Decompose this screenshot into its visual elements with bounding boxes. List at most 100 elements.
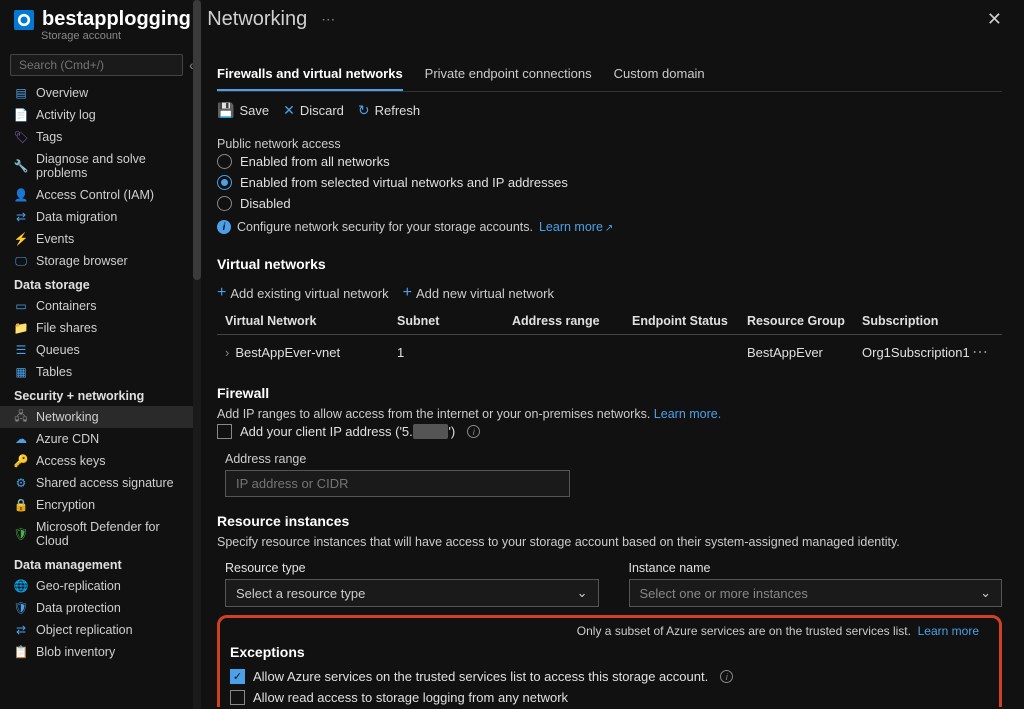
tab-firewalls[interactable]: Firewalls and virtual networks [217, 58, 403, 91]
chevron-down-icon: ⌄ [980, 585, 991, 601]
more-actions-icon[interactable]: ⋯ [321, 11, 335, 28]
external-icon: ↗ [605, 223, 613, 234]
discard-icon: ✕ [283, 102, 295, 119]
sidebar-item-label: Access keys [36, 454, 105, 468]
masked-ip [413, 424, 449, 439]
sidebar-item-fileshares[interactable]: 📁File shares [0, 317, 194, 339]
radio-label: Disabled [240, 196, 291, 211]
discard-button[interactable]: ✕Discard [283, 102, 344, 119]
sidebar-item-georepl[interactable]: 🌐Geo-replication [0, 575, 194, 597]
sidebar-item-dataprot[interactable]: 🛡 Data protection [0, 597, 194, 619]
sidebar-item-events[interactable]: ⚡Events [0, 228, 194, 250]
radio-icon[interactable] [217, 196, 232, 211]
search-input[interactable] [10, 54, 183, 76]
checkbox-icon[interactable] [217, 424, 232, 439]
fw-heading: Firewall [217, 385, 1024, 401]
col-addr: Address range [512, 314, 632, 328]
sidebar-item-browser[interactable]: 🖵Storage browser [0, 250, 194, 272]
sidebar-item-label: Data migration [36, 210, 117, 224]
sidebar-item-blobinv[interactable]: 📋Blob inventory [0, 641, 194, 663]
exceptions-highlight: Only a subset of Azure services are on t… [217, 615, 1002, 707]
fw-addr-label: Address range [217, 452, 1024, 466]
learn-more-link[interactable]: Learn more [918, 624, 979, 638]
checkbox-icon[interactable] [230, 690, 245, 705]
sidebar-item-keys[interactable]: 🔑Access keys [0, 450, 194, 472]
sidebar-item-label: Data protection [36, 601, 121, 615]
sidebar-item-label: Overview [36, 86, 88, 100]
ri-type-select[interactable]: Select a resource type⌄ [225, 579, 599, 607]
sidebar-item-label: Access Control (IAM) [36, 188, 154, 202]
sidebar-item-iam[interactable]: 👤 Access Control (IAM) [0, 184, 194, 206]
learn-more-link[interactable]: Learn more↗ [539, 220, 613, 234]
exc-opt-trusted[interactable]: ✓Allow Azure services on the trusted ser… [230, 666, 989, 687]
tab-private[interactable]: Private endpoint connections [425, 58, 592, 91]
close-icon[interactable]: ✕ [979, 9, 1010, 30]
sidebar-item-diagnose[interactable]: 🔧Diagnose and solve problems [0, 148, 194, 184]
sidebar-item-queues[interactable]: ☰Queues [0, 339, 194, 361]
cell-subs: Org1Subscription1 [862, 345, 972, 360]
save-button[interactable]: 💾Save [217, 102, 269, 119]
refresh-icon: ↻ [358, 102, 370, 119]
exceptions-tooltip: Only a subset of Azure services are on t… [230, 624, 989, 644]
replicate-icon: ⇄ [14, 623, 28, 637]
link-label: Add existing virtual network [230, 286, 388, 301]
resource-type-label: Storage account [0, 30, 1024, 42]
sidebar-item-objrepl[interactable]: ⇄Object replication [0, 619, 194, 641]
table-row[interactable]: ›BestAppEver-vnet 1 BestAppEver Org1Subs… [217, 335, 1002, 369]
row-more-icon[interactable]: ⋯ [972, 342, 1002, 362]
pna-option-disabled[interactable]: Disabled [217, 193, 1024, 214]
add-existing-vnet[interactable]: + Add existing virtual network [217, 284, 389, 302]
sidebar-item-label: Events [36, 232, 74, 246]
toolbar: 💾Save ✕Discard ↻ Refresh [217, 92, 1024, 129]
sidebar-item-activity[interactable]: 📄Activity log [0, 104, 194, 126]
plus-icon: + [217, 284, 226, 302]
col-vnet: Virtual Network [217, 314, 397, 328]
sidebar: « ▤Overview 📄Activity log 🏷Tags 🔧Diagnos… [0, 48, 195, 707]
learn-more-link[interactable]: Learn more. [654, 407, 721, 421]
sidebar-item-encryption[interactable]: 🔒Encryption [0, 494, 194, 516]
sidebar-item-networking[interactable]: 🖧Networking [0, 406, 194, 428]
fw-address-input[interactable] [225, 470, 570, 497]
pna-info: iConfigure network security for your sto… [217, 214, 1024, 240]
info-text: Configure network security for your stor… [237, 220, 533, 234]
files-icon: 📁 [14, 321, 28, 335]
tab-custom[interactable]: Custom domain [614, 58, 705, 91]
inventory-icon: 📋 [14, 645, 28, 659]
exc-opt-logging[interactable]: Allow read access to storage logging fro… [230, 687, 989, 707]
help-icon[interactable]: i [467, 425, 480, 438]
sidebar-group-datastorage: Data storage [0, 272, 194, 295]
radio-icon[interactable] [217, 154, 232, 169]
sidebar-item-overview[interactable]: ▤Overview [0, 82, 194, 104]
refresh-button[interactable]: ↻ Refresh [358, 102, 420, 119]
add-new-vnet[interactable]: +Add new virtual network [403, 284, 554, 302]
sidebar-item-sas[interactable]: ⚙Shared access signature [0, 472, 194, 494]
sidebar-item-migration[interactable]: ⇄Data migration [0, 206, 194, 228]
page-section: Networking [207, 8, 307, 30]
button-label: Refresh [375, 103, 421, 118]
sidebar-item-label: Microsoft Defender for Cloud [36, 520, 180, 548]
sidebar-item-containers[interactable]: ▭Containers [0, 295, 194, 317]
network-icon: 🖧 [14, 410, 28, 424]
sidebar-item-tags[interactable]: 🏷Tags [0, 126, 194, 148]
save-icon: 💾 [217, 102, 234, 119]
pna-option-all[interactable]: Enabled from all networks [217, 151, 1024, 172]
sidebar-item-cdn[interactable]: ☁Azure CDN [0, 428, 194, 450]
col-rg: Resource Group [747, 314, 862, 328]
help-icon[interactable]: i [720, 670, 733, 683]
ri-name-select[interactable]: Select one or more instances⌄ [629, 579, 1003, 607]
pna-option-selected[interactable]: Enabled from selected virtual networks a… [217, 172, 1024, 193]
person-icon: 👤 [14, 188, 28, 202]
sidebar-item-tables[interactable]: ▦Tables [0, 361, 194, 383]
select-value: Select a resource type [236, 586, 365, 601]
sidebar-item-defender[interactable]: 🛡Microsoft Defender for Cloud [0, 516, 194, 552]
vn-heading: Virtual networks [217, 256, 1024, 272]
fw-client-ip-checkbox[interactable]: Add your client IP address ('5. ')i [217, 421, 1024, 442]
chevron-right-icon[interactable]: › [225, 345, 229, 360]
radio-icon[interactable] [217, 175, 232, 190]
vnet-table: Virtual Network Subnet Address range End… [217, 308, 1002, 369]
col-subnet: Subnet [397, 314, 512, 328]
ri-heading: Resource instances [217, 513, 1024, 529]
protect-icon: 🛡 [14, 601, 28, 615]
checkbox-icon[interactable]: ✓ [230, 669, 245, 684]
sidebar-item-label: Shared access signature [36, 476, 174, 490]
